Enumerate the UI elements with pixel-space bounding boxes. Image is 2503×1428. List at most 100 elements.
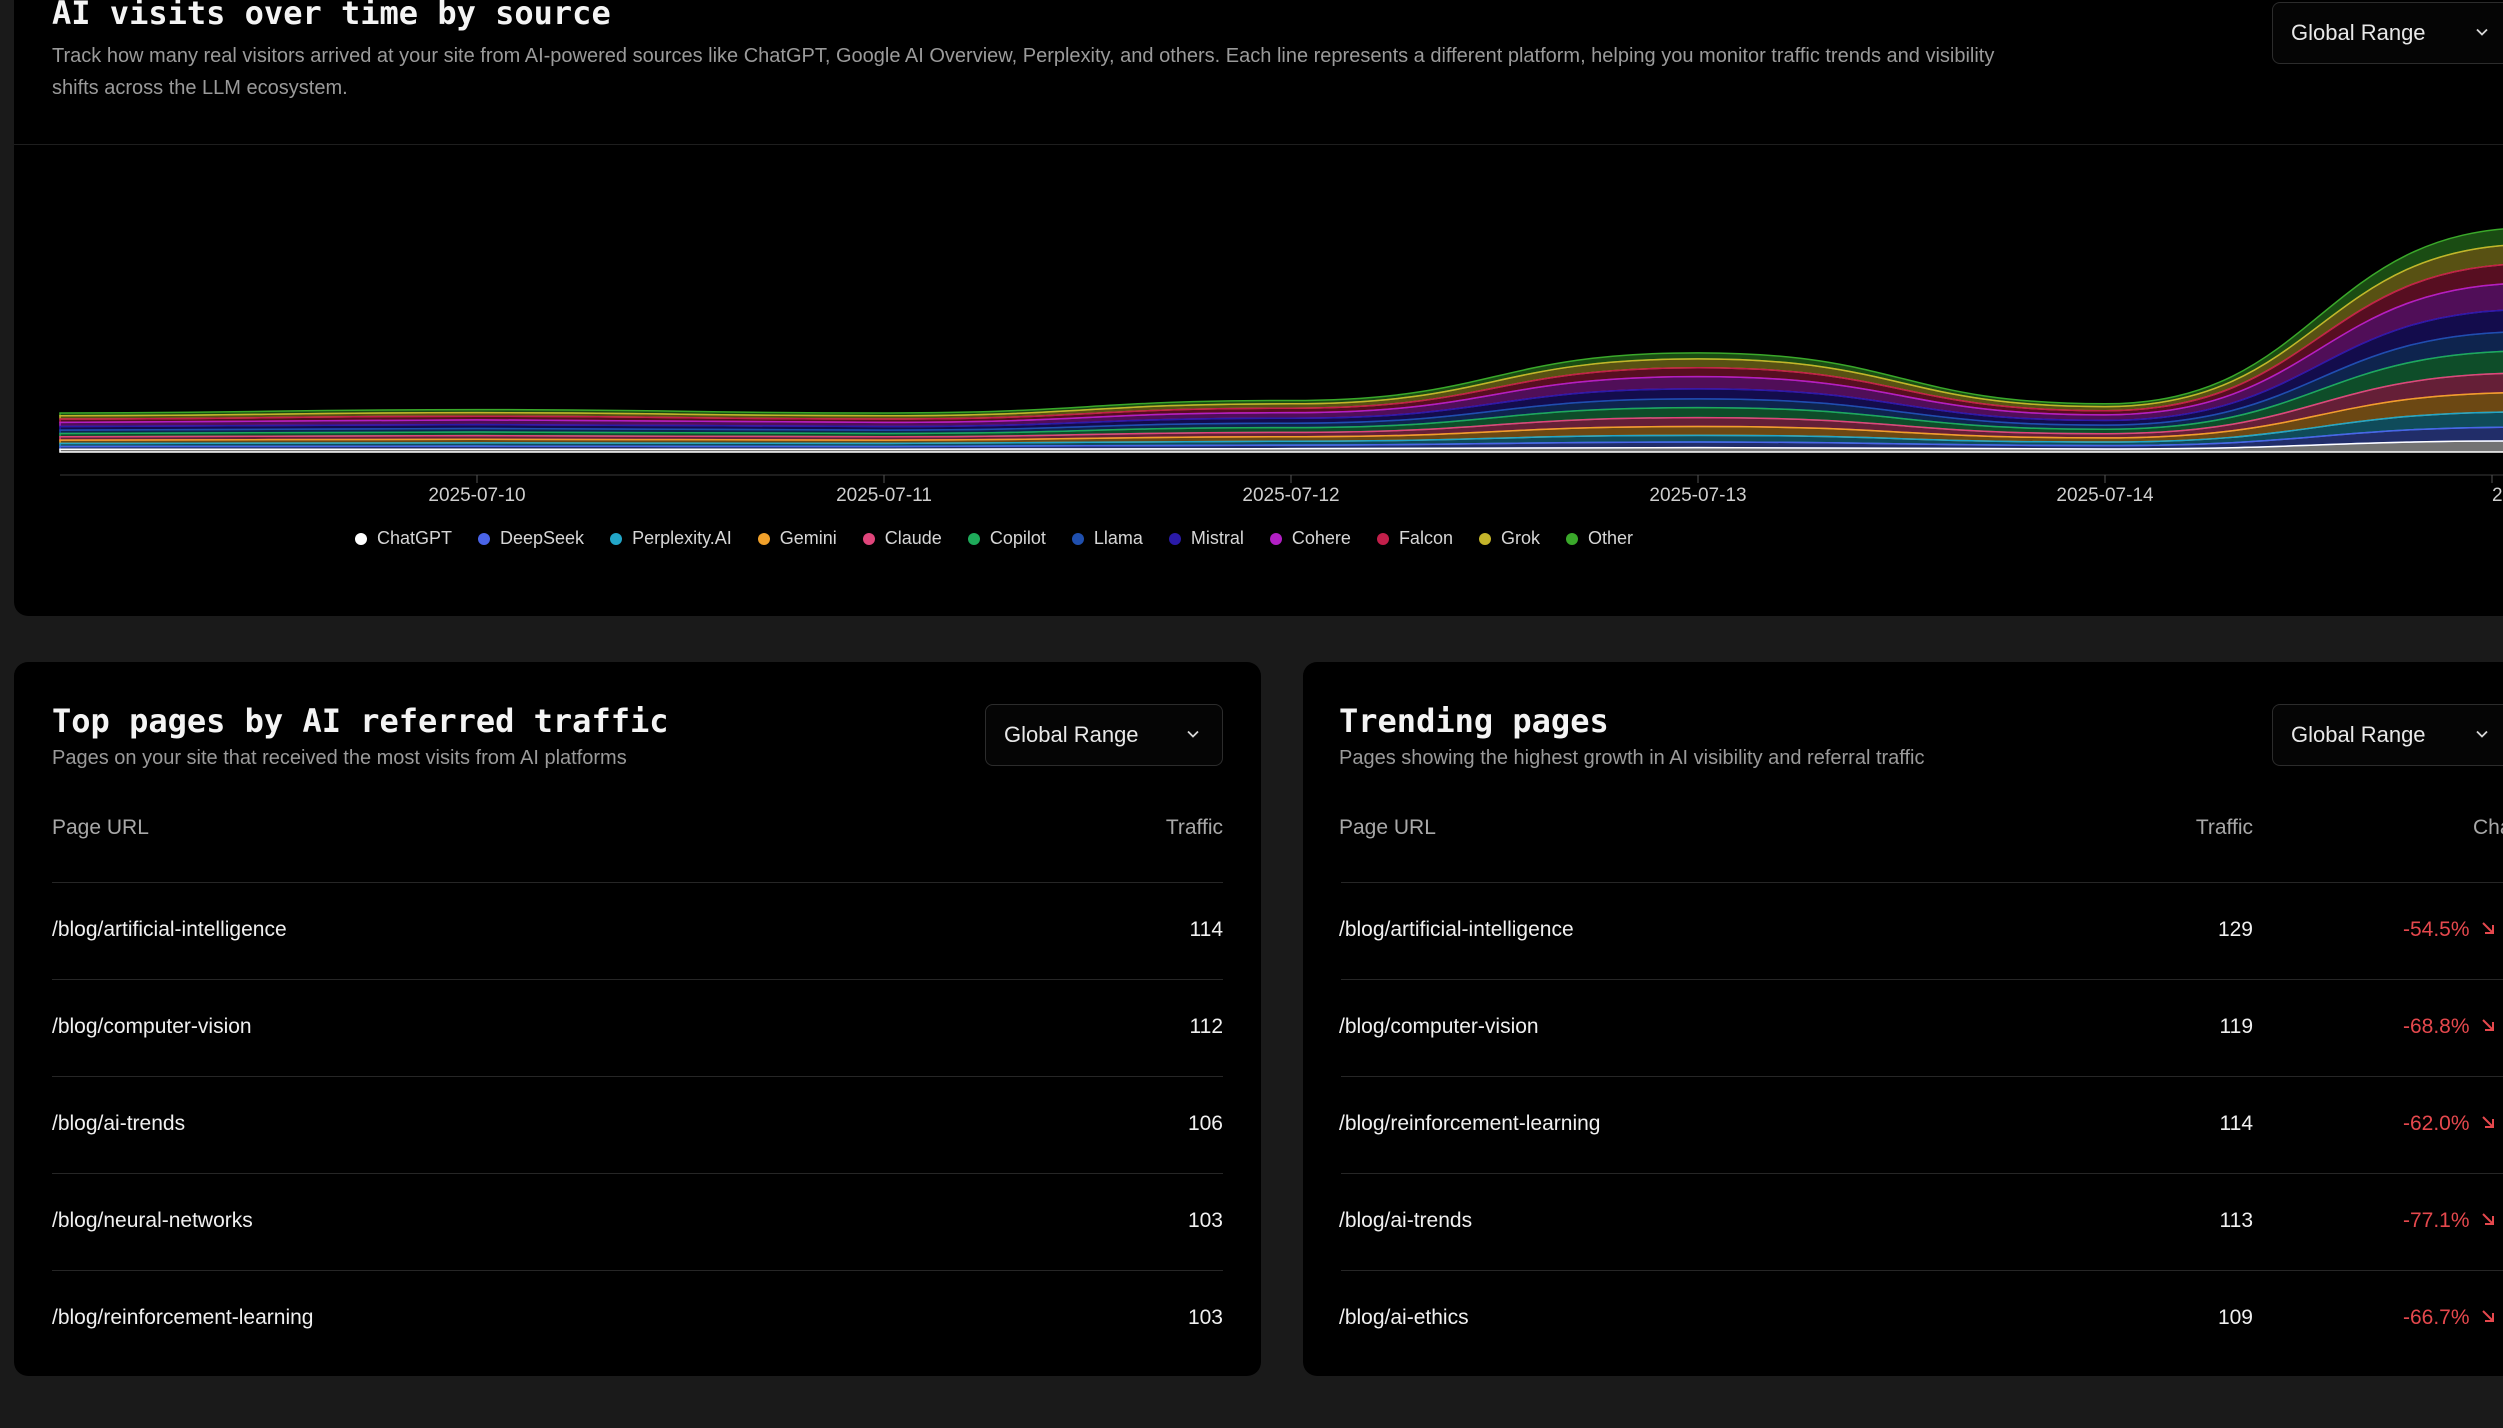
chevron-down-icon: [2475, 727, 2489, 741]
change-value: -62.0%: [2403, 1112, 2496, 1136]
legend-item-mistral[interactable]: Mistral: [1168, 528, 1244, 549]
ai-visits-area-chart: 2025-07-10 2025-07-11 2025-07-12 2025-07-13…: [59, 228, 2503, 506]
change-value: -54.5%: [2403, 918, 2496, 942]
table-row[interactable]: /blog/artificial-intelligence 114: [14, 882, 1261, 979]
table-row[interactable]: /blog/ai-ethics 109 -66.7%: [1303, 1270, 2503, 1367]
page-url-link[interactable]: /blog/computer-vision: [52, 1015, 252, 1039]
table-row[interactable]: /blog/computer-vision 119 -68.8%: [1303, 979, 2503, 1076]
row-divider: [1341, 1173, 2503, 1174]
legend-dot: [862, 532, 875, 545]
x-tick-label: 2025-07-11: [836, 485, 932, 506]
page-url-link[interactable]: /blog/computer-vision: [1339, 1015, 1539, 1039]
top-pages-card: Top pages by AI referred traffic Pages o…: [14, 662, 1261, 1376]
traffic-value: 114: [2219, 1112, 2253, 1135]
page-url-link[interactable]: /blog/ai-ethics: [1339, 1306, 1469, 1330]
page-url-link[interactable]: /blog/neural-networks: [52, 1209, 253, 1233]
trending-range-label: Global Range: [2291, 722, 2426, 747]
change-value: -77.1%: [2403, 1209, 2496, 1233]
table-row[interactable]: /blog/reinforcement-learning 103: [14, 1270, 1261, 1367]
trend-down-icon: [2480, 1112, 2496, 1136]
legend-label: Grok: [1500, 528, 1540, 548]
page-url-link[interactable]: /blog/artificial-intelligence: [52, 918, 287, 942]
legend-item-deepseek[interactable]: DeepSeek: [478, 528, 584, 549]
top-pages-range-label: Global Range: [1004, 722, 1139, 747]
trend-down-icon: [2480, 918, 2496, 942]
legend-item-llama[interactable]: Llama: [1071, 528, 1143, 549]
table-row[interactable]: /blog/reinforcement-learning 114 -62.0%: [1303, 1076, 2503, 1173]
legend-item-perplexity-ai[interactable]: Perplexity.AI: [610, 528, 732, 549]
column-header-page-url: Page URL: [52, 816, 149, 839]
table-row[interactable]: /blog/computer-vision 112: [14, 979, 1261, 1076]
column-header-page-url: Page URL: [1339, 816, 1436, 839]
chevron-down-icon: [1186, 727, 1200, 741]
page-url-link[interactable]: /blog/reinforcement-learning: [1339, 1112, 1600, 1136]
row-divider: [52, 1076, 1223, 1077]
traffic-value: 109: [2217, 1306, 2253, 1329]
chart-legend: ChatGPT DeepSeek Perplexity.AI Gemini Claude…: [14, 528, 1974, 549]
x-tick-label: 2025-07-15: [2492, 485, 2503, 506]
table-row[interactable]: /blog/neural-networks 103: [14, 1173, 1261, 1270]
legend-label: Claude: [884, 528, 942, 548]
legend-item-other[interactable]: Other: [1565, 528, 1634, 549]
x-tick-label: 2025-07-13: [1649, 485, 1746, 506]
legend-label: Mistral: [1190, 528, 1244, 548]
change-value: -68.8%: [2403, 1015, 2496, 1039]
trending-range-dropdown[interactable]: Global Range: [2272, 704, 2503, 766]
change-percent: -77.1%: [2403, 1209, 2470, 1232]
legend-label: Perplexity.AI: [632, 528, 732, 548]
page-url-link[interactable]: /blog/ai-trends: [1339, 1209, 1472, 1233]
change-percent: -68.8%: [2403, 1015, 2470, 1038]
legend-dot: [1269, 532, 1282, 545]
area-series-falcon: [59, 264, 2503, 424]
column-header-change: Change: [2473, 816, 2503, 839]
trend-down-icon: [2480, 1209, 2496, 1233]
traffic-value: 114: [1189, 918, 1223, 941]
legend-label: Falcon: [1398, 528, 1453, 548]
column-header-traffic: Traffic: [1165, 816, 1223, 839]
legend-label: Other: [1587, 528, 1634, 548]
x-tick-label: 2025-07-10: [428, 485, 525, 506]
legend-item-claude[interactable]: Claude: [862, 528, 942, 549]
legend-item-grok[interactable]: Grok: [1478, 528, 1540, 549]
legend-item-cohere[interactable]: Cohere: [1269, 528, 1351, 549]
trend-down-icon: [2480, 1015, 2496, 1039]
row-divider: [1341, 882, 2503, 883]
top-pages-description: Pages on your site that received the mos…: [52, 747, 627, 769]
legend-label: ChatGPT: [376, 528, 452, 548]
traffic-value: 113: [2219, 1209, 2253, 1232]
area-series-group: [59, 228, 2503, 453]
column-header-traffic: Traffic: [2195, 816, 2253, 839]
legend-item-copilot[interactable]: Copilot: [967, 528, 1046, 549]
legend-label: Gemini: [779, 528, 837, 548]
x-tick-label: 2025-07-12: [1242, 485, 1339, 506]
legend-item-falcon[interactable]: Falcon: [1376, 528, 1453, 549]
table-row[interactable]: /blog/ai-trends 113 -77.1%: [1303, 1173, 2503, 1270]
x-axis-ticks: 2025-07-10 2025-07-11 2025-07-12 2025-07-13…: [428, 475, 2503, 506]
change-percent: -54.5%: [2403, 918, 2470, 941]
top-pages-range-dropdown[interactable]: Global Range: [985, 704, 1223, 766]
traffic-value: 119: [2219, 1015, 2253, 1038]
traffic-value: 106: [1187, 1112, 1223, 1135]
change-percent: -66.7%: [2403, 1306, 2470, 1329]
row-divider: [1341, 1076, 2503, 1077]
x-tick-label: 2025-07-14: [2056, 485, 2154, 506]
traffic-value: 103: [1187, 1209, 1223, 1232]
legend-item-chatgpt[interactable]: ChatGPT: [354, 528, 452, 549]
legend-item-gemini[interactable]: Gemini: [757, 528, 837, 549]
legend-label: DeepSeek: [500, 528, 585, 548]
ai-visits-chart-card: AI visits over time by source Track how …: [14, 0, 2503, 616]
trending-title: Trending pages: [1339, 702, 1609, 740]
table-row[interactable]: /blog/ai-trends 106: [14, 1076, 1261, 1173]
page-url-link[interactable]: /blog/reinforcement-learning: [52, 1306, 313, 1330]
legend-dot: [757, 532, 770, 545]
legend-label: Llama: [1093, 528, 1143, 548]
row-divider: [1341, 979, 2503, 980]
page-url-link[interactable]: /blog/artificial-intelligence: [1339, 918, 1574, 942]
traffic-value: 129: [2217, 918, 2253, 941]
legend-dot: [354, 532, 367, 545]
table-row[interactable]: /blog/artificial-intelligence 129 -54.5%: [1303, 882, 2503, 979]
row-divider: [1341, 1270, 2503, 1271]
change-percent: -62.0%: [2403, 1112, 2470, 1135]
page-url-link[interactable]: /blog/ai-trends: [52, 1112, 185, 1136]
traffic-value: 103: [1187, 1306, 1223, 1329]
